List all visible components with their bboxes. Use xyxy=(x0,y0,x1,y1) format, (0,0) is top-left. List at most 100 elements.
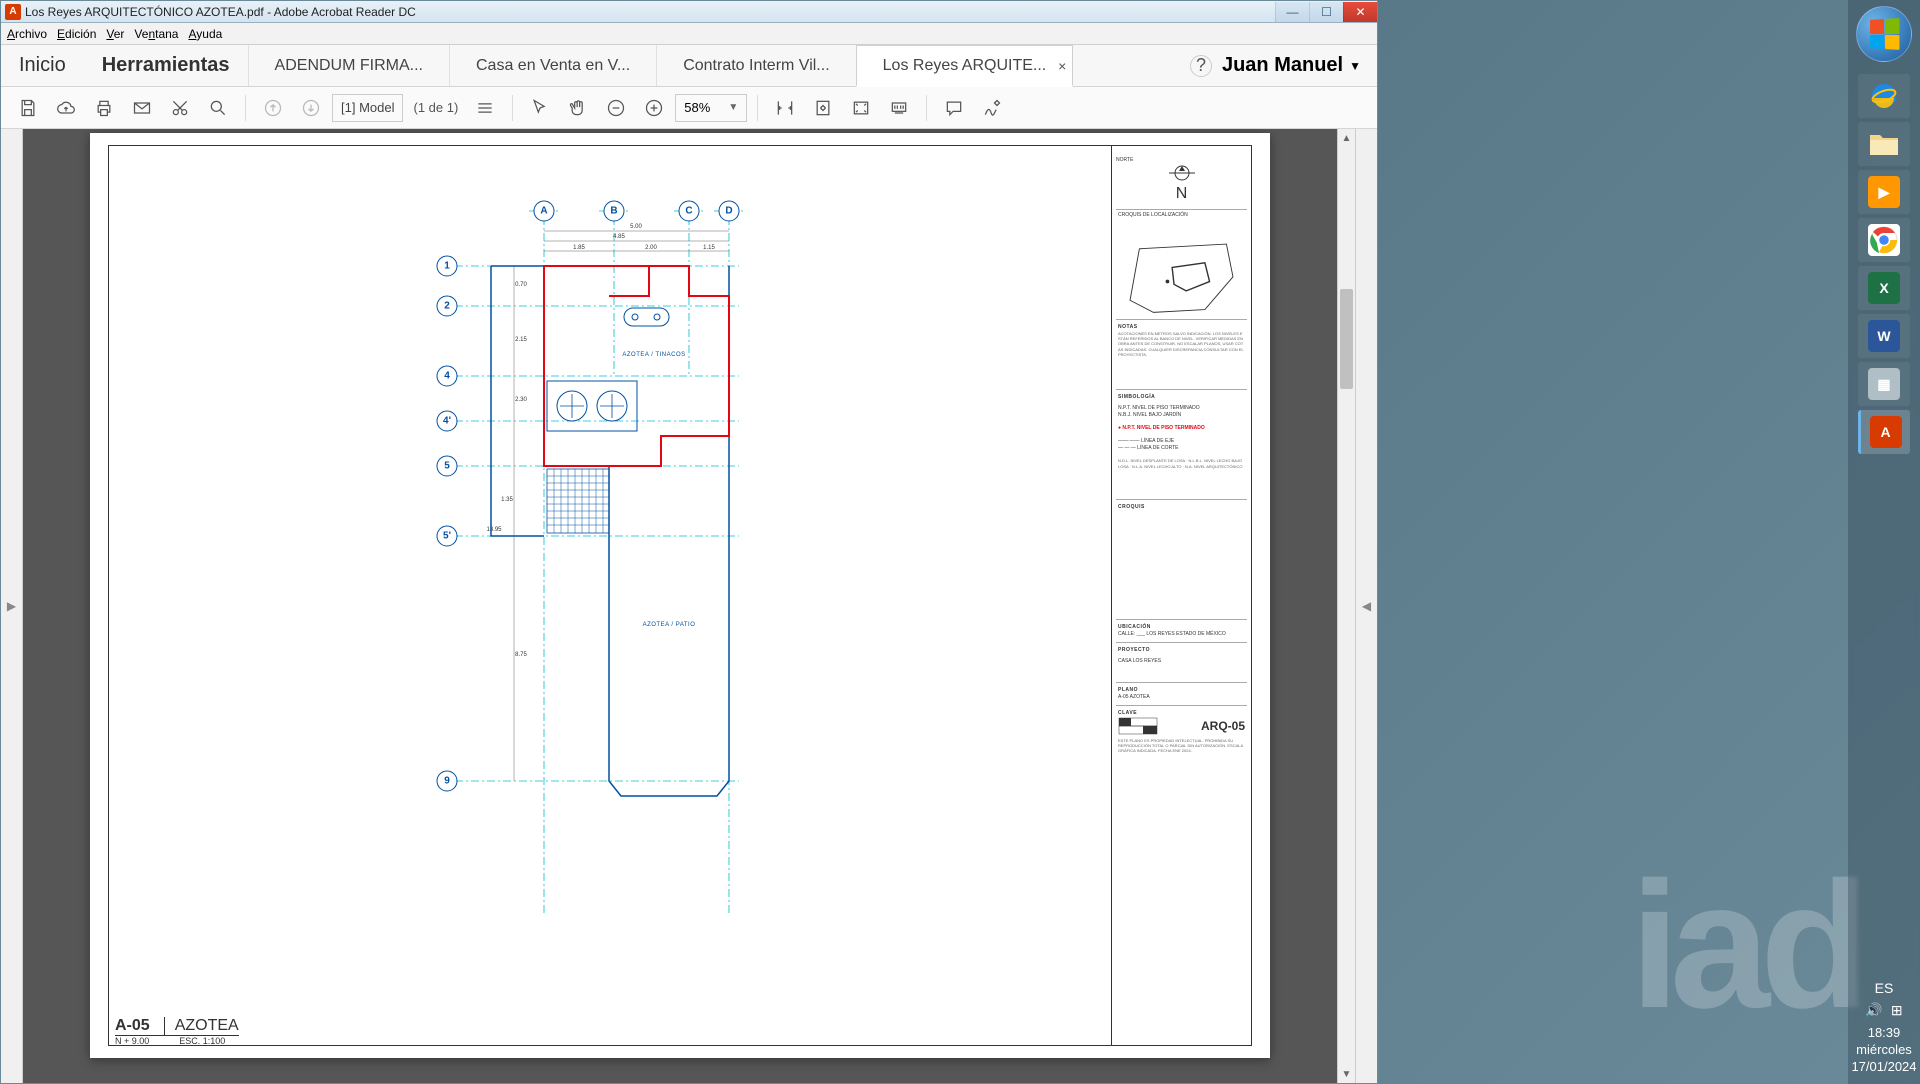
svg-text:1: 1 xyxy=(444,261,450,272)
taskbar-internet-explorer[interactable] xyxy=(1858,74,1910,118)
zoom-dropdown[interactable]: 58%▼ xyxy=(675,94,747,122)
menu-ver[interactable]: Ver xyxy=(106,27,124,41)
system-tray[interactable]: ES 🔊 ⊞ 18:39 miércoles 17/01/2024 xyxy=(1848,980,1920,1084)
window-close-button[interactable]: ✕ xyxy=(1343,2,1377,22)
svg-text:8.75: 8.75 xyxy=(515,652,527,658)
svg-text:AZOTEA / TINACOS: AZOTEA / TINACOS xyxy=(622,352,685,358)
fit-page-button[interactable] xyxy=(806,92,840,124)
print-button[interactable] xyxy=(87,92,121,124)
svg-text:5: 5 xyxy=(444,461,450,472)
tools-pane-toggle[interactable]: ◀ xyxy=(1355,129,1377,1083)
tab-contrato[interactable]: Contrato Interm Vil... xyxy=(656,45,855,86)
drawing-frame: NORTE N CROQUIS DE LOCALIZACIÓN NOTAS AC… xyxy=(108,145,1252,1046)
calculator-icon: ▦ xyxy=(1868,368,1900,400)
language-indicator[interactable]: ES xyxy=(1875,980,1894,996)
svg-text:5.00: 5.00 xyxy=(630,224,642,230)
taskbar-media-player[interactable]: ▶ xyxy=(1858,170,1910,214)
window-maximize-button[interactable]: ☐ xyxy=(1309,2,1343,22)
nav-herramientas[interactable]: Herramientas xyxy=(84,45,248,86)
menu-ayuda[interactable]: Ayuda xyxy=(188,27,222,41)
tab-los-reyes[interactable]: Los Reyes ARQUITE... × xyxy=(856,45,1074,87)
svg-text:0.70: 0.70 xyxy=(515,282,527,288)
read-mode-button[interactable] xyxy=(882,92,916,124)
sign-button[interactable] xyxy=(975,92,1009,124)
svg-text:4: 4 xyxy=(444,371,450,382)
tab-adendum[interactable]: ADENDUM FIRMA... xyxy=(248,45,449,86)
toolbar: [1] Model (1 de 1) 58%▼ xyxy=(1,87,1377,129)
nav-pane-toggle[interactable]: ▶ xyxy=(1,129,23,1083)
titlebar[interactable]: A Los Reyes ARQUITECTÓNICO AZOTEA.pdf - … xyxy=(1,1,1377,23)
network-icon[interactable]: ⊞ xyxy=(1891,1002,1903,1019)
taskbar-acrobat[interactable]: A xyxy=(1858,410,1910,454)
tab-casa-venta[interactable]: Casa en Venta en V... xyxy=(449,45,656,86)
scrollbar-thumb[interactable] xyxy=(1340,289,1353,389)
plano-section: PLANO A-05 AZOTEA xyxy=(1116,683,1247,706)
tab-close-icon[interactable]: × xyxy=(1058,58,1066,74)
help-button[interactable]: ? xyxy=(1190,55,1212,77)
page-layout-dropdown[interactable]: [1] Model xyxy=(332,94,403,122)
next-page-button[interactable] xyxy=(294,92,328,124)
app-icon: A xyxy=(5,4,21,20)
svg-text:AZOTEA / PATIO: AZOTEA / PATIO xyxy=(643,622,696,628)
north-arrow: NORTE N xyxy=(1116,150,1247,210)
menu-ventana[interactable]: Ventana xyxy=(134,27,178,41)
chevron-right-icon: ▶ xyxy=(7,599,16,613)
svg-text:4.85: 4.85 xyxy=(613,234,625,240)
volume-icon[interactable]: 🔊 xyxy=(1865,1002,1882,1019)
simbologia-section: SIMBOLOGÍA N.P.T. NIVEL DE PISO TERMINAD… xyxy=(1116,390,1247,500)
fullscreen-button[interactable] xyxy=(844,92,878,124)
document-area: ▶ NORTE N CROQUIS DE LOCALIZACIÓN xyxy=(1,129,1377,1083)
svg-text:4': 4' xyxy=(443,416,451,427)
svg-text:D: D xyxy=(725,206,732,217)
floor-plan: A B C D 1 xyxy=(429,176,909,926)
svg-text:2.00: 2.00 xyxy=(645,245,657,251)
menu-edicion[interactable]: Edición xyxy=(57,27,96,41)
svg-text:1.15: 1.15 xyxy=(703,245,715,251)
page-canvas[interactable]: NORTE N CROQUIS DE LOCALIZACIÓN NOTAS AC… xyxy=(23,129,1337,1083)
scroll-up-icon[interactable]: ▲ xyxy=(1338,129,1355,147)
taskbar-word[interactable]: W xyxy=(1858,314,1910,358)
internet-explorer-icon xyxy=(1868,80,1900,112)
email-button[interactable] xyxy=(125,92,159,124)
menubar: Archivo Edición Ver Ventana Ayuda xyxy=(1,23,1377,45)
taskbar-excel[interactable]: X xyxy=(1858,266,1910,310)
hand-tool-button[interactable] xyxy=(561,92,595,124)
zoom-in-button[interactable] xyxy=(637,92,671,124)
taskbar-calculator[interactable]: ▦ xyxy=(1858,362,1910,406)
cloud-upload-button[interactable] xyxy=(49,92,83,124)
comment-button[interactable] xyxy=(937,92,971,124)
watermark: iad xyxy=(1630,842,1860,1049)
svg-text:A: A xyxy=(540,206,547,217)
taskbar-file-explorer[interactable] xyxy=(1858,122,1910,166)
sheet-label: A-05 AZOTEA N + 9.00 ESC. 1:100 xyxy=(115,1017,239,1046)
start-button[interactable] xyxy=(1856,6,1912,62)
search-button[interactable] xyxy=(201,92,235,124)
window-title: Los Reyes ARQUITECTÓNICO AZOTEA.pdf - Ad… xyxy=(25,5,416,19)
zoom-out-button[interactable] xyxy=(599,92,633,124)
prev-page-button[interactable] xyxy=(256,92,290,124)
svg-text:9: 9 xyxy=(444,776,450,787)
taskbar-chrome[interactable] xyxy=(1858,218,1910,262)
windows-logo-icon xyxy=(1870,18,1899,50)
file-explorer-icon xyxy=(1868,128,1900,160)
svg-text:13.95: 13.95 xyxy=(486,527,502,533)
cut-button[interactable] xyxy=(163,92,197,124)
nav-inicio[interactable]: Inicio xyxy=(1,45,84,86)
menu-archivo[interactable]: Archivo xyxy=(7,27,47,41)
clave-section: CLAVE ARQ-05 ESTE PLANO ES PROPIEDAD INT… xyxy=(1116,706,1247,757)
user-menu[interactable]: Juan Manuel▼ xyxy=(1222,45,1377,86)
chevron-left-icon: ◀ xyxy=(1362,599,1371,613)
fit-width-button[interactable] xyxy=(768,92,802,124)
svg-text:2.15: 2.15 xyxy=(515,337,527,343)
home-row: Inicio Herramientas ADENDUM FIRMA... Cas… xyxy=(1,45,1377,87)
svg-text:2: 2 xyxy=(444,301,450,312)
thumbnails-button[interactable] xyxy=(468,92,502,124)
scroll-down-icon[interactable]: ▼ xyxy=(1338,1065,1355,1083)
save-button[interactable] xyxy=(11,92,45,124)
clock[interactable]: 18:39 miércoles 17/01/2024 xyxy=(1851,1025,1916,1076)
window-minimize-button[interactable]: — xyxy=(1275,2,1309,22)
croquis2-section: CROQUIS xyxy=(1116,500,1247,620)
selection-tool-button[interactable] xyxy=(523,92,557,124)
acrobat-window: A Los Reyes ARQUITECTÓNICO AZOTEA.pdf - … xyxy=(0,0,1378,1084)
vertical-scrollbar[interactable]: ▲ ▼ xyxy=(1337,129,1355,1083)
